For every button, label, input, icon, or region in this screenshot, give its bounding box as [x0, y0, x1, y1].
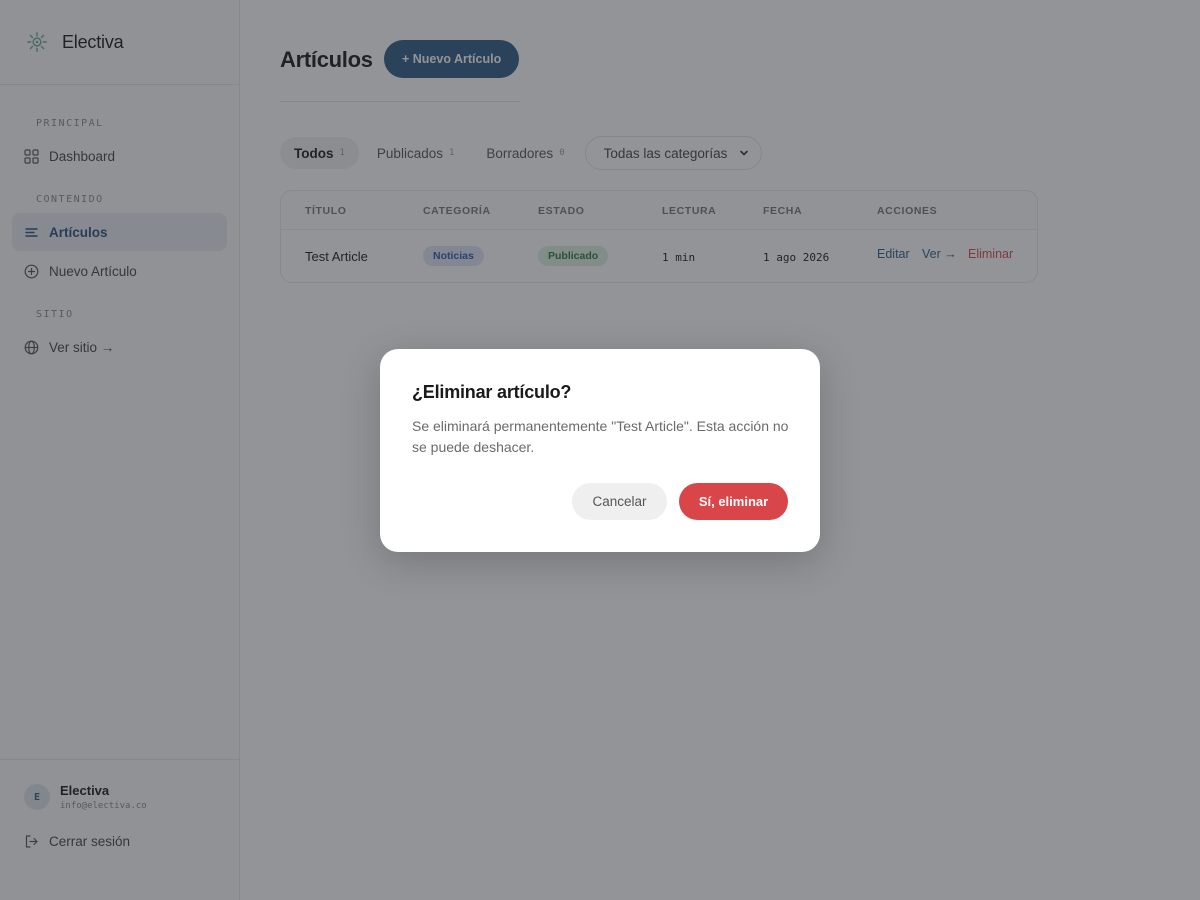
dialog-title: ¿Eliminar artículo?	[412, 382, 572, 402]
delete-confirm-dialog: ¿Eliminar artículo? Se eliminará permane…	[380, 349, 820, 552]
confirm-delete-button[interactable]: Sí, eliminar	[679, 483, 788, 520]
dialog-message: Se eliminará permanentemente "Test Artic…	[412, 418, 789, 455]
cancel-button[interactable]: Cancelar	[572, 483, 667, 520]
